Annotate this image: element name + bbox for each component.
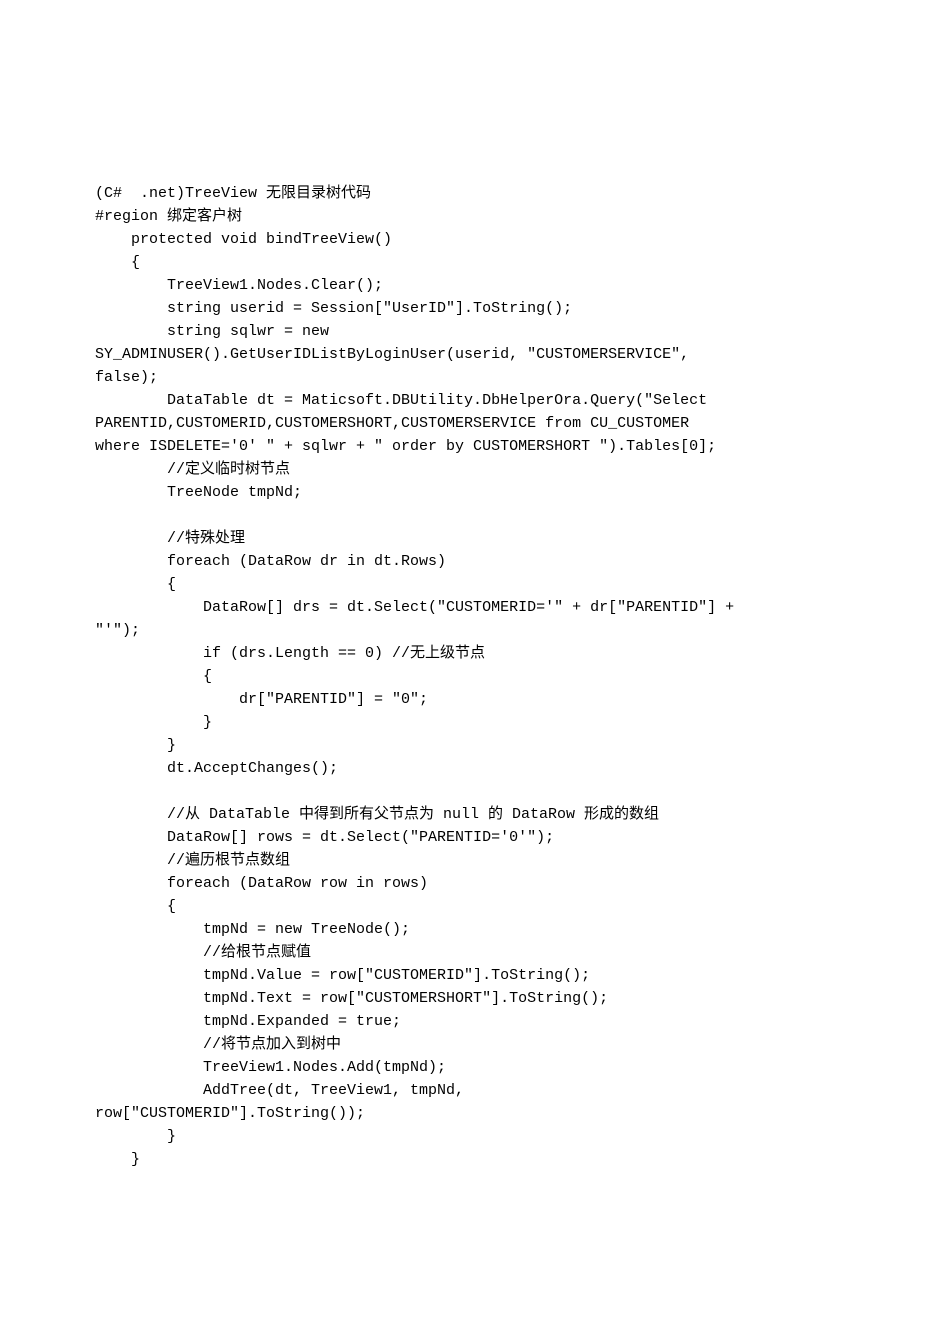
code-line: dr["PARENTID"] = "0"; [95,691,428,708]
code-line: //定义临时树节点 [95,461,290,478]
code-line: string userid = Session["UserID"].ToStri… [95,300,572,317]
code-line: //从 DataTable 中得到所有父节点为 null 的 DataRow 形… [95,806,659,823]
code-line: row["CUSTOMERID"].ToString()); [95,1105,365,1122]
code-line: PARENTID,CUSTOMERID,CUSTOMERSHORT,CUSTOM… [95,415,698,432]
code-line: //特殊处理 [95,530,245,547]
code-block: (C# .net)TreeView 无限目录树代码 #region 绑定客户树 … [95,182,850,1171]
code-line: } [95,714,212,731]
code-line: //遍历根节点数组 [95,852,290,869]
code-line: SY_ADMINUSER().GetUserIDListByLoginUser(… [95,346,698,363]
code-line: } [95,737,176,754]
code-line: tmpNd.Value = row["CUSTOMERID"].ToString… [95,967,590,984]
code-line: } [95,1151,140,1168]
code-line: //给根节点赋值 [95,944,311,961]
code-line: { [95,668,212,685]
code-line: where ISDELETE='0' " + sqlwr + " order b… [95,438,716,455]
code-line: tmpNd = new TreeNode(); [95,921,410,938]
code-line: tmpNd.Expanded = true; [95,1013,401,1030]
code-line: tmpNd.Text = row["CUSTOMERSHORT"].ToStri… [95,990,608,1007]
code-line: string sqlwr = new [95,323,338,340]
code-line: } [95,1128,176,1145]
code-line: dt.AcceptChanges(); [95,760,338,777]
code-line: foreach (DataRow dr in dt.Rows) [95,553,446,570]
code-line: #region 绑定客户树 [95,208,242,225]
code-line: (C# .net)TreeView 无限目录树代码 [95,185,371,202]
code-line: protected void bindTreeView() [95,231,392,248]
code-line: false); [95,369,158,386]
code-line: { [95,898,176,915]
code-line: "'"); [95,622,140,639]
code-line: TreeView1.Nodes.Add(tmpNd); [95,1059,446,1076]
code-line: foreach (DataRow row in rows) [95,875,428,892]
code-line: DataTable dt = Maticsoft.DBUtility.DbHel… [95,392,716,409]
code-line: { [95,254,140,271]
code-line: if (drs.Length == 0) //无上级节点 [95,645,485,662]
code-line: DataRow[] drs = dt.Select("CUSTOMERID='"… [95,599,743,616]
code-line: TreeNode tmpNd; [95,484,302,501]
code-line: //将节点加入到树中 [95,1036,341,1053]
code-line: { [95,576,176,593]
code-line: DataRow[] rows = dt.Select("PARENTID='0'… [95,829,554,846]
code-line: AddTree(dt, TreeView1, tmpNd, [95,1082,473,1099]
code-line: TreeView1.Nodes.Clear(); [95,277,383,294]
